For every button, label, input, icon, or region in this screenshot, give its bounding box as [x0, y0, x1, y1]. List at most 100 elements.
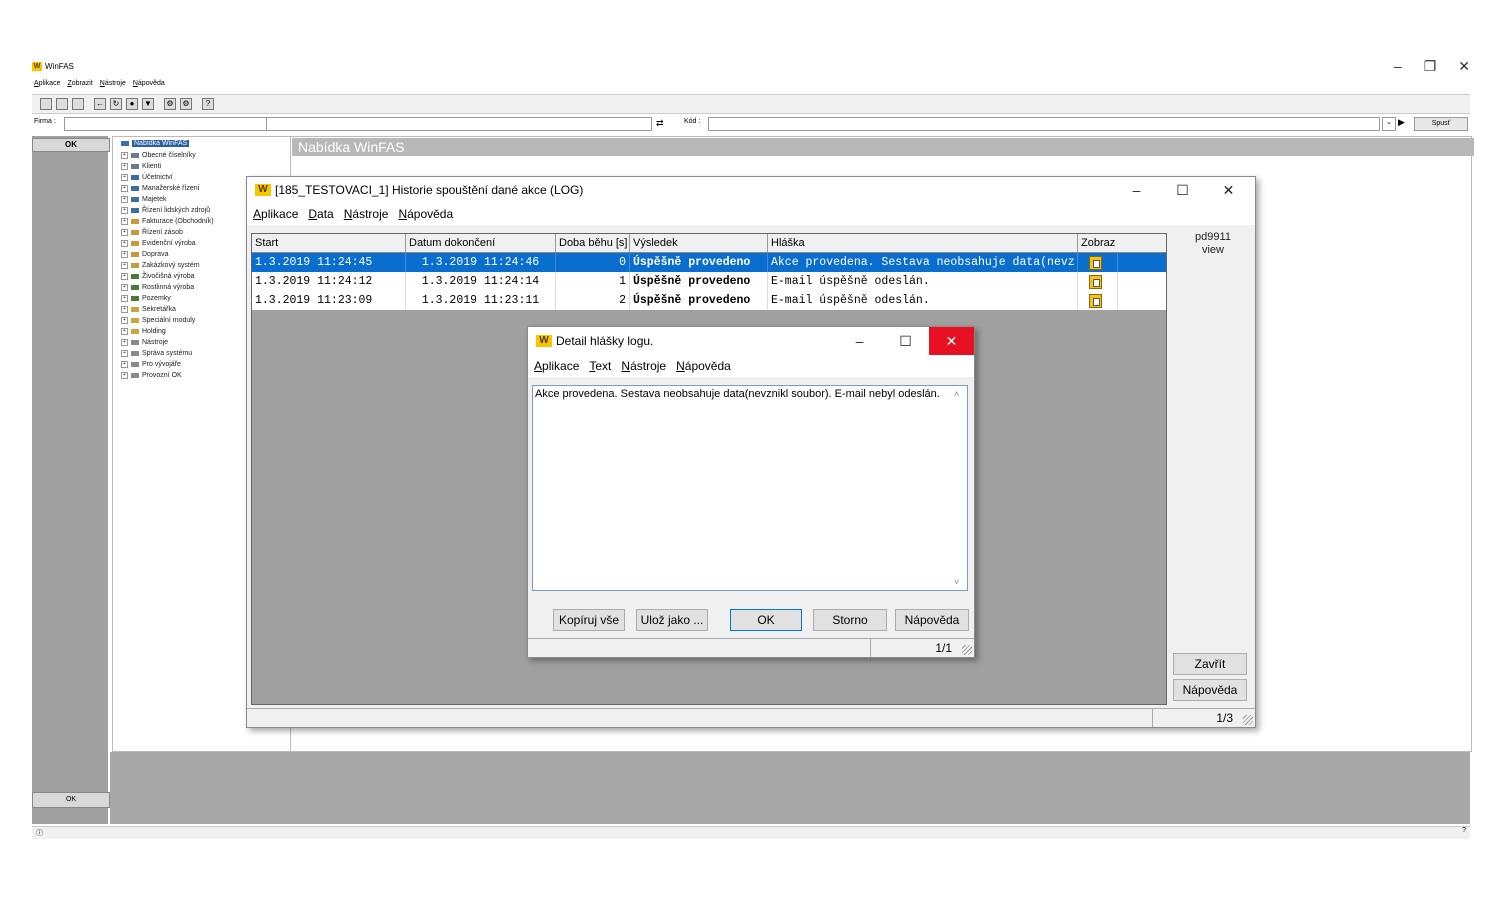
col-duration[interactable]: Doba běhu [s] [556, 234, 630, 252]
detail-menu-nastroje[interactable]: Nástroje [621, 359, 666, 373]
tree-item[interactable]: + Manažerské řízení [121, 185, 200, 192]
log-menu-aplikace[interactable]: Aplikace [253, 207, 298, 221]
tree-item[interactable]: + Speciální moduly [121, 317, 195, 324]
expand-icon[interactable]: + [121, 218, 128, 225]
expand-icon[interactable]: + [121, 372, 128, 379]
resize-grip-icon[interactable] [962, 645, 972, 655]
log-maximize-button[interactable]: ☐ [1160, 177, 1205, 203]
toolbar-window-icon[interactable] [40, 98, 52, 110]
expand-icon[interactable]: + [121, 251, 128, 258]
tree-item[interactable]: + Doprava [121, 251, 168, 258]
detail-message-textarea[interactable]: Akce provedena. Sestava neobsahuje data(… [532, 385, 968, 591]
refresh-icon[interactable]: ↻ [110, 98, 122, 110]
expand-icon[interactable]: + [121, 185, 128, 192]
detail-maximize-button[interactable]: ☐ [883, 327, 928, 355]
menu-aplikace[interactable]: Aplikace [34, 80, 60, 87]
col-start[interactable]: Start [252, 234, 406, 252]
save-as-button[interactable]: Ulož jako ... [636, 609, 708, 631]
expand-icon[interactable]: + [121, 339, 128, 346]
tree-item[interactable]: + Řízení lidských zdrojů [121, 207, 210, 214]
tree-item[interactable]: + Evidenční výroba [121, 240, 196, 247]
table-row[interactable]: 1.3.2019 11:24:12 1.3.2019 11:24:14 1 Ús… [252, 272, 1166, 291]
tree-item[interactable]: + Holding [121, 328, 166, 335]
filter-icon[interactable]: ▼ [142, 98, 154, 110]
tree-item[interactable]: + Pozemky [121, 295, 171, 302]
back-arrow-icon[interactable]: ← [94, 98, 106, 110]
view-detail-icon[interactable] [1089, 275, 1102, 289]
tree-item[interactable]: + Živočišná výroba [121, 273, 195, 280]
expand-icon[interactable]: + [121, 262, 128, 269]
expand-icon[interactable]: + [121, 273, 128, 280]
kod-dropdown-icon[interactable]: ⌄ [1382, 117, 1396, 131]
expand-icon[interactable]: + [121, 229, 128, 236]
resize-grip-icon[interactable] [1243, 715, 1253, 725]
tree-item[interactable]: + Zakázkový systém [121, 262, 200, 269]
expand-icon[interactable]: + [121, 306, 128, 313]
tree-item[interactable]: + Pro vývojáře [121, 361, 181, 368]
scroll-down-icon[interactable]: ˅ [954, 577, 959, 587]
expand-icon[interactable]: + [121, 361, 128, 368]
tree-item[interactable]: + Sekretářka [121, 306, 176, 313]
table-row[interactable]: 1.3.2019 11:24:45 1.3.2019 11:24:46 0 Ús… [252, 253, 1166, 272]
menu-nastroje[interactable]: Nástroje [100, 80, 126, 87]
tree-item[interactable]: + Majetek [121, 196, 167, 203]
toolbar-window-icon[interactable] [72, 98, 84, 110]
tree-item[interactable]: + Účetnictví [121, 174, 173, 181]
detail-minimize-button[interactable]: – [837, 327, 882, 355]
left-ok-button[interactable]: OK [32, 138, 110, 152]
detail-menu-aplikace[interactable]: Aplikace [534, 359, 579, 373]
expand-icon[interactable]: + [121, 240, 128, 247]
expand-icon[interactable]: + [121, 317, 128, 324]
tool-icon[interactable]: ⚙ [164, 98, 176, 110]
expand-icon[interactable]: + [121, 350, 128, 357]
log-menu-data[interactable]: Data [308, 207, 333, 221]
napoveda-button[interactable]: Nápověda [1173, 679, 1247, 701]
zavrit-button[interactable]: Zavřít [1173, 653, 1247, 675]
tree-item[interactable]: + Provozní OK [121, 372, 182, 379]
tree-item[interactable]: + Obecné číselníky [121, 152, 196, 159]
tree-item[interactable]: + Správa systému [121, 350, 192, 357]
log-menu-nastroje[interactable]: Nástroje [344, 207, 389, 221]
menu-zobrazit[interactable]: Zobrazit [67, 80, 92, 87]
spust-button[interactable]: Spusť [1414, 117, 1468, 131]
expand-icon[interactable]: + [121, 152, 128, 159]
tree-item[interactable]: + Řízení zásob [121, 229, 183, 236]
detail-menu-text[interactable]: Text [589, 359, 611, 373]
tree-item[interactable]: + Klienti [121, 163, 161, 170]
tree-root[interactable]: Nabídka WinFAS [121, 140, 190, 147]
expand-icon[interactable]: + [121, 174, 128, 181]
log-menu-napoveda[interactable]: Nápověda [398, 207, 453, 221]
expand-icon[interactable]: + [121, 328, 128, 335]
expand-icon[interactable]: + [121, 207, 128, 214]
restore-button[interactable]: ❐ [1424, 58, 1437, 75]
minimize-button[interactable]: – [1394, 58, 1402, 75]
log-minimize-button[interactable]: – [1114, 177, 1159, 203]
tree-item[interactable]: + Rostlinná výroba [121, 284, 194, 291]
detail-close-button[interactable]: ✕ [929, 327, 974, 355]
col-end[interactable]: Datum dokončení [406, 234, 556, 252]
expand-icon[interactable]: + [121, 284, 128, 291]
ok-button[interactable]: OK [730, 609, 802, 631]
tool-icon[interactable]: ⚙ [180, 98, 192, 110]
tree-item[interactable]: + Nástroje [121, 339, 168, 346]
help-icon[interactable]: ? [1462, 827, 1466, 834]
view-detail-icon[interactable] [1089, 294, 1102, 308]
left-ok-bottom-button[interactable]: OK [32, 792, 110, 808]
close-button[interactable]: ✕ [1458, 58, 1470, 75]
table-row[interactable]: 1.3.2019 11:23:09 1.3.2019 11:23:11 2 Ús… [252, 291, 1166, 310]
expand-icon[interactable]: + [121, 196, 128, 203]
help-icon[interactable]: ? [202, 98, 214, 110]
expand-icon[interactable]: + [121, 163, 128, 170]
scroll-up-icon[interactable]: ˄ [954, 389, 959, 399]
expand-icon[interactable]: + [121, 295, 128, 302]
firma-input[interactable] [64, 117, 294, 131]
help-button[interactable]: Nápověda [895, 609, 969, 631]
view-detail-icon[interactable] [1089, 256, 1102, 270]
storno-button[interactable]: Storno [813, 609, 887, 631]
copy-all-button[interactable]: Kopíruj vše [553, 609, 625, 631]
menu-napoveda[interactable]: Nápověda [133, 80, 165, 87]
kod-input[interactable] [708, 117, 1380, 131]
tree-item[interactable]: + Fakturace (Obchodník) [121, 218, 214, 225]
detail-menu-napoveda[interactable]: Nápověda [676, 359, 731, 373]
col-result[interactable]: Výsledek [630, 234, 768, 252]
